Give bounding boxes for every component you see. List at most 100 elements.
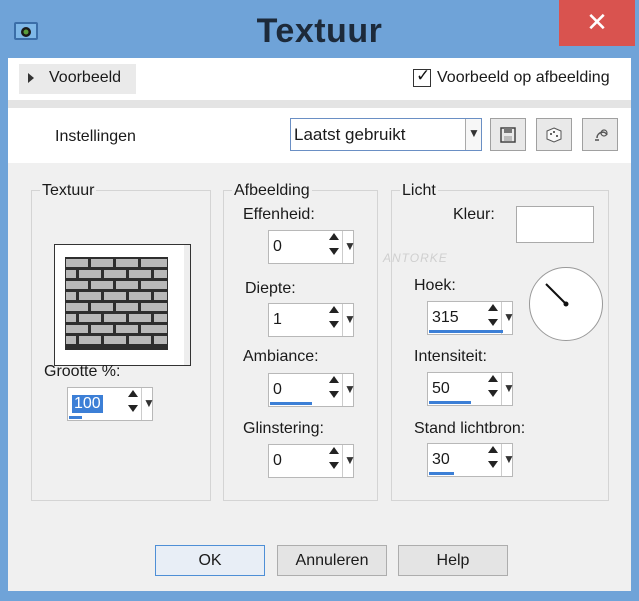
- size-spin-arrows[interactable]: [128, 390, 140, 416]
- spin-down-icon: [488, 319, 498, 326]
- reset-preset-button[interactable]: [582, 118, 618, 151]
- dialog-body: Voorbeeld ✓ Voorbeeld op afbeelding Inst…: [8, 58, 631, 591]
- smoothness-value[interactable]: 0: [273, 238, 282, 256]
- shine-spin-arrows[interactable]: [329, 447, 341, 473]
- image-group-title: Afbeelding: [232, 182, 312, 200]
- preview-toggle-button[interactable]: Voorbeeld: [19, 64, 136, 94]
- ambiance-spinner[interactable]: 0 ▼: [268, 373, 356, 407]
- angle-dial[interactable]: [529, 267, 603, 341]
- shine-spinner[interactable]: 0 ▼: [268, 444, 356, 478]
- spin-down-icon: [488, 461, 498, 468]
- intensity-spin-arrows[interactable]: [488, 375, 500, 401]
- light-color-swatch[interactable]: [516, 206, 594, 243]
- help-button[interactable]: Help: [398, 545, 508, 576]
- reset-icon: [595, 129, 608, 141]
- ambiance-spin-arrows[interactable]: [329, 376, 341, 402]
- size-level-bar: [69, 416, 82, 419]
- spin-down-icon: [488, 390, 498, 397]
- shine-value[interactable]: 0: [273, 452, 282, 470]
- spin-up-icon: [128, 390, 138, 397]
- chevron-down-icon: ▼: [503, 310, 515, 324]
- divider: [8, 100, 631, 108]
- swatch-scrollbar[interactable]: [184, 245, 190, 365]
- chevron-down-icon: ▼: [503, 452, 515, 466]
- chevron-down-icon: ▼: [344, 382, 356, 396]
- chevron-down-icon: ▼: [143, 396, 155, 410]
- light-color-label: Kleur:: [453, 206, 495, 223]
- angle-dropdown[interactable]: ▼: [501, 302, 515, 334]
- preset-dropdown-arrow[interactable]: ▼: [465, 119, 481, 150]
- intensity-label: Intensiteit:: [414, 348, 487, 365]
- ambiance-level-bar: [270, 402, 312, 405]
- angle-value[interactable]: 315: [432, 309, 459, 327]
- close-icon: ✕: [586, 7, 608, 37]
- depth-value[interactable]: 1: [273, 311, 282, 329]
- spin-down-icon: [329, 248, 339, 255]
- size-value[interactable]: 100: [72, 395, 103, 413]
- angle-spinner[interactable]: 315 ▼: [427, 301, 515, 335]
- light-source-label: Stand lichtbron:: [414, 420, 526, 437]
- light-source-spinner[interactable]: 30 ▼: [427, 443, 515, 477]
- chevron-down-icon: ▼: [344, 312, 356, 326]
- random-preset-button[interactable]: [536, 118, 572, 151]
- preview-on-image-checkbox[interactable]: ✓: [413, 66, 431, 87]
- intensity-spinner[interactable]: 50 ▼: [427, 372, 515, 406]
- smoothness-dropdown[interactable]: ▼: [342, 231, 356, 263]
- smoothness-label: Effenheid:: [243, 206, 315, 223]
- cancel-button[interactable]: Annuleren: [277, 545, 387, 576]
- depth-spinner[interactable]: 1 ▼: [268, 303, 356, 337]
- settings-row: Instellingen Laatst gebruikt ▼: [8, 108, 631, 163]
- ambiance-dropdown[interactable]: ▼: [342, 374, 356, 406]
- light-source-spin-arrows[interactable]: [488, 446, 500, 472]
- light-source-value[interactable]: 30: [432, 451, 450, 469]
- depth-spin-arrows[interactable]: [329, 306, 341, 332]
- spin-down-icon: [329, 462, 339, 469]
- smoothness-spinner[interactable]: 0 ▼: [268, 230, 356, 264]
- spin-down-icon: [329, 391, 339, 398]
- texture-swatch[interactable]: [54, 244, 191, 366]
- size-spinner[interactable]: 100 ▼: [67, 387, 155, 421]
- angle-dial-needle: [545, 283, 569, 307]
- ambiance-value[interactable]: 0: [273, 381, 282, 399]
- depth-label: Diepte:: [245, 280, 296, 297]
- title-bar[interactable]: Textuur ✕: [0, 0, 639, 60]
- shine-dropdown[interactable]: ▼: [342, 445, 356, 477]
- checkmark-icon: ✓: [416, 66, 431, 85]
- spin-up-icon: [329, 447, 339, 454]
- spin-down-icon: [329, 321, 339, 328]
- save-icon: [500, 127, 516, 143]
- spin-up-icon: [329, 233, 339, 240]
- light-group: Licht Kleur: Hoek: 315 ▼ Intensiteit: 50: [391, 182, 609, 501]
- preview-on-image-label: Voorbeeld op afbeelding: [437, 69, 610, 86]
- angle-spin-arrows[interactable]: [488, 304, 500, 330]
- image-group: Afbeelding Effenheid: 0 ▼ Diepte: 1 ▼ Am…: [223, 182, 378, 501]
- dialog-window: Textuur ✕ Voorbeeld ✓ Voorbeeld op afbee…: [0, 0, 639, 601]
- chevron-down-icon: ▼: [344, 453, 356, 467]
- preview-bar: Voorbeeld ✓ Voorbeeld op afbeelding: [8, 58, 631, 100]
- intensity-value[interactable]: 50: [432, 380, 450, 398]
- save-preset-button[interactable]: [490, 118, 526, 151]
- spin-up-icon: [488, 446, 498, 453]
- size-dropdown[interactable]: ▼: [141, 388, 155, 420]
- spin-down-icon: [128, 405, 138, 412]
- spin-up-icon: [488, 375, 498, 382]
- depth-dropdown[interactable]: ▼: [342, 304, 356, 336]
- chevron-down-icon: ▼: [503, 381, 515, 395]
- ambiance-label: Ambiance:: [243, 348, 319, 365]
- preset-dropdown[interactable]: Laatst gebruikt ▼: [290, 118, 482, 151]
- spin-up-icon: [488, 304, 498, 311]
- preset-value: Laatst gebruikt: [294, 125, 406, 144]
- spin-up-icon: [329, 306, 339, 313]
- watermark-text: ANTORKE: [383, 251, 448, 265]
- ok-button[interactable]: OK: [155, 545, 265, 576]
- size-label: Grootte %:: [44, 363, 121, 380]
- expand-arrow-icon: [28, 73, 34, 83]
- texture-group-title: Textuur: [40, 182, 97, 200]
- chevron-down-icon: ▼: [468, 126, 480, 140]
- light-source-dropdown[interactable]: ▼: [501, 444, 515, 476]
- spin-up-icon: [329, 376, 339, 383]
- smoothness-spin-arrows[interactable]: [329, 233, 341, 259]
- intensity-dropdown[interactable]: ▼: [501, 373, 515, 405]
- chevron-down-icon: ▼: [344, 239, 356, 253]
- close-button[interactable]: ✕: [559, 0, 635, 46]
